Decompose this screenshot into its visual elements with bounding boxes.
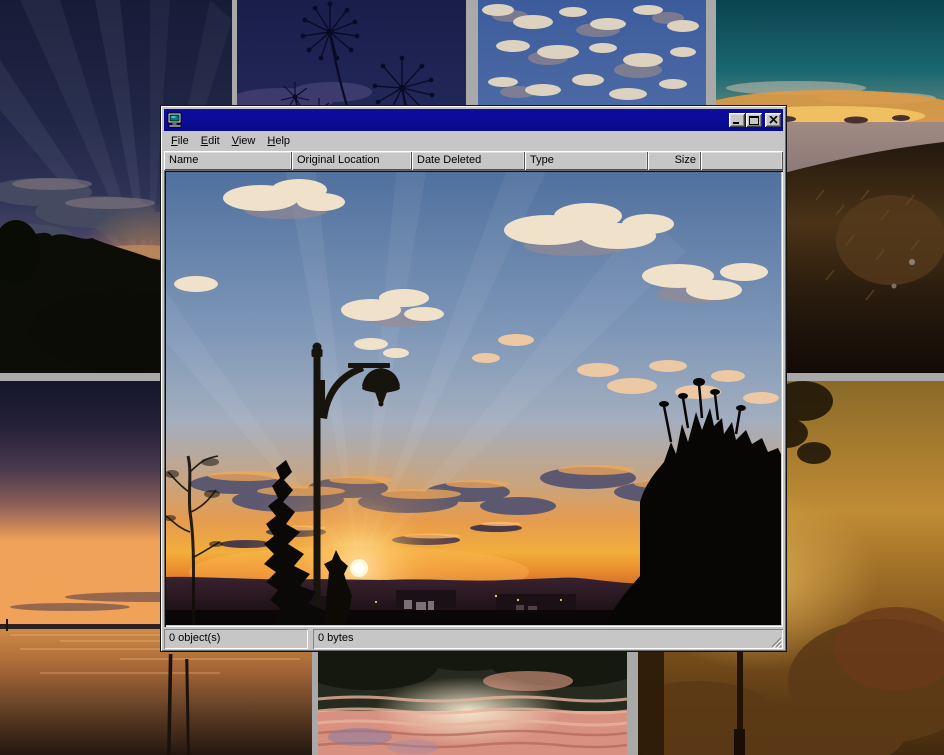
menu-view[interactable]: View xyxy=(226,133,262,149)
file-list-area[interactable] xyxy=(164,170,783,627)
recycle-bin-window: File Edit View Help Name Original Locati… xyxy=(160,105,787,652)
menu-bar: File Edit View Help xyxy=(164,131,783,151)
menu-edit[interactable]: Edit xyxy=(195,133,226,149)
status-bar: 0 object(s) 0 bytes xyxy=(164,629,783,649)
column-header-filler[interactable] xyxy=(701,151,783,170)
column-header-row: Name Original Location Date Deleted Type… xyxy=(164,151,783,170)
column-header-size[interactable]: Size xyxy=(648,151,701,170)
resize-grip[interactable] xyxy=(770,636,783,649)
column-header-original-location[interactable]: Original Location xyxy=(292,151,412,170)
status-total-size: 0 bytes xyxy=(313,629,783,649)
column-header-type[interactable]: Type xyxy=(525,151,648,170)
close-icon xyxy=(769,116,778,124)
menu-file[interactable]: File xyxy=(165,133,195,149)
menu-help[interactable]: Help xyxy=(261,133,296,149)
computer-icon xyxy=(167,112,183,128)
title-bar[interactable] xyxy=(164,109,783,131)
minimize-icon xyxy=(732,116,742,125)
column-header-date-deleted[interactable]: Date Deleted xyxy=(412,151,525,170)
desktop: File Edit View Help Name Original Locati… xyxy=(0,0,944,755)
sunset-lamp-photo xyxy=(166,172,781,625)
status-object-count: 0 object(s) xyxy=(164,629,308,649)
maximize-button[interactable] xyxy=(746,113,762,127)
maximize-icon xyxy=(749,116,759,125)
minimize-button[interactable] xyxy=(729,113,745,127)
column-header-name[interactable]: Name xyxy=(164,151,292,170)
close-button[interactable] xyxy=(765,113,781,127)
